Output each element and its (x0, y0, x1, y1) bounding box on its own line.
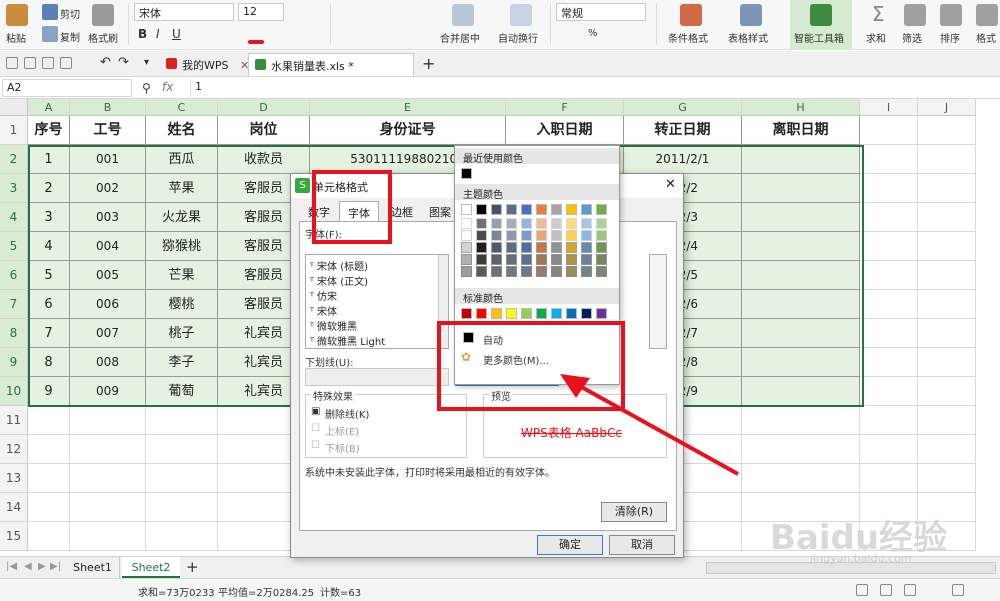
baidu-watermark-url: jingyan.baidu.com (810, 552, 912, 565)
